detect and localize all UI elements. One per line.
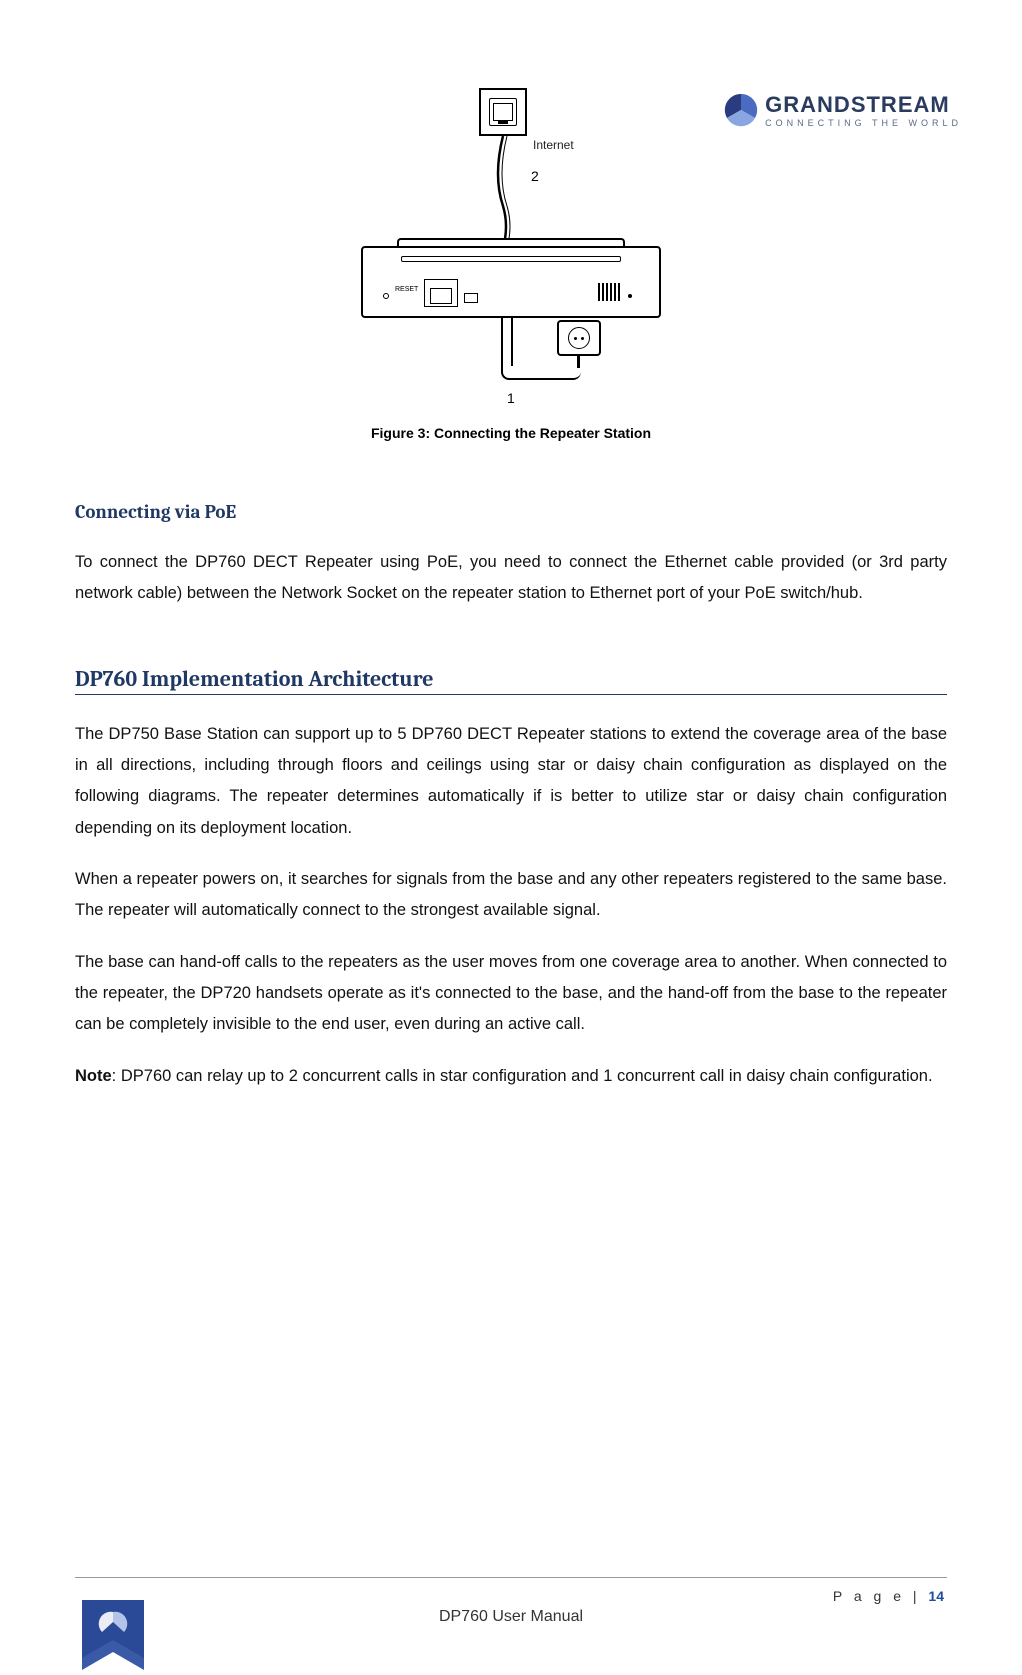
- speaker-grill-icon: [598, 283, 620, 301]
- note-label: Note: [75, 1067, 112, 1085]
- indicator-dot-icon: [628, 294, 632, 298]
- footer-page-number: 14: [928, 1588, 944, 1604]
- paragraph-arch-3: The base can hand-off calls to the repea…: [75, 947, 947, 1041]
- footer-divider: [75, 1577, 947, 1578]
- figure-3: Internet 2 RESET 1 Figur: [75, 88, 947, 441]
- wall-jack-icon: [479, 88, 527, 136]
- paragraph-poe: To connect the DP760 DECT Repeater using…: [75, 547, 947, 610]
- paragraph-arch-1: The DP750 Base Station can support up to…: [75, 719, 947, 844]
- power-adapter-icon: [557, 320, 601, 356]
- brand-logo-icon: [723, 92, 759, 128]
- device-ports-row: RESET: [371, 268, 651, 310]
- reset-label: RESET: [395, 286, 418, 293]
- footer-doc-title: DP760 User Manual: [0, 1608, 1022, 1626]
- ethernet-port-icon: [424, 279, 458, 307]
- reset-pinhole-icon: [383, 293, 389, 299]
- footer-ribbon-icon: [82, 1600, 144, 1670]
- figure-caption: Figure 3: Connecting the Repeater Statio…: [75, 425, 947, 441]
- brand-tagline: CONNECTING THE WORLD: [765, 118, 962, 128]
- callout-label-2: 2: [531, 168, 539, 184]
- note-text: : DP760 can relay up to 2 concurrent cal…: [112, 1067, 933, 1085]
- diagram-repeater-connection: Internet 2 RESET 1: [351, 88, 671, 408]
- heading-implementation-architecture: DP760 Implementation Architecture: [75, 666, 947, 695]
- power-port-icon: [464, 293, 478, 303]
- power-cable-bend-icon: [501, 366, 581, 380]
- footer-page-label: P a g e |: [833, 1588, 929, 1604]
- device-slot: [401, 256, 621, 262]
- paragraph-note: Note: DP760 can relay up to 2 concurrent…: [75, 1061, 947, 1092]
- internet-label: Internet: [533, 138, 574, 152]
- footer-page-indicator: P a g e | 14: [833, 1588, 944, 1604]
- brand-logo: GRANDSTREAM CONNECTING THE WORLD: [723, 92, 962, 128]
- paragraph-arch-2: When a repeater powers on, it searches f…: [75, 864, 947, 927]
- callout-label-1: 1: [507, 390, 515, 406]
- heading-connecting-via-poe: Connecting via PoE: [75, 501, 947, 523]
- power-cable-icon: [501, 318, 513, 366]
- brand-name: GRANDSTREAM: [765, 92, 962, 118]
- ethernet-cable-icon: [491, 136, 515, 248]
